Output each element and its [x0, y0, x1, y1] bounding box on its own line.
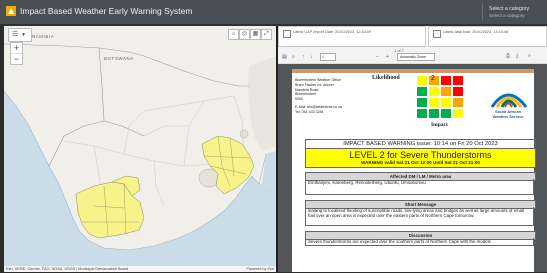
- category-select-value: Select a category: [489, 13, 525, 18]
- pdf-toolbar: ▤ ⌕ ↑ ↓ 1 1 of 7 − + Automatic Zoom ⎙ ⤓ …: [278, 47, 547, 64]
- layer-list-button[interactable]: ☰ ▼: [8, 28, 32, 42]
- sidebar-toggle-icon[interactable]: ▤: [282, 54, 287, 60]
- short-message-text: leading to localised flooding of suscept…: [305, 207, 534, 226]
- risk-matrix: 2: [416, 75, 466, 119]
- basemap-icon[interactable]: ▦: [250, 29, 261, 40]
- page-number-input[interactable]: 1: [320, 53, 336, 61]
- warning-level-box: LEVEL 2 for Severe Thunderstorms WARNING…: [305, 148, 536, 168]
- app-title: Impact Based Weather Early Warning Syste…: [20, 6, 193, 16]
- download-icon[interactable]: ⤓: [516, 53, 518, 59]
- list-icon: ☰: [12, 31, 19, 38]
- saws-logo: South African Weather Service: [482, 81, 534, 119]
- prev-page-icon[interactable]: ↑: [302, 54, 305, 60]
- document-icon: [283, 30, 291, 38]
- map-label-namibia: NAMIBIA: [32, 34, 55, 39]
- warning-valid-line: WARNING valid Sat 21 Oct 12:00 Until Sat…: [361, 160, 480, 165]
- powered-by[interactable]: Powered by Esri: [246, 266, 274, 272]
- next-page-icon[interactable]: ↓: [310, 54, 313, 60]
- office-address: Bloemfontein Weather Office Bram Fischer…: [295, 78, 342, 115]
- office-tel: Tel: 051 433 3281: [295, 109, 324, 114]
- home-icon[interactable]: ⌂: [228, 29, 239, 40]
- cap-import-card: Latest CAP Import Date: 20/10/2023, 12:4…: [278, 26, 426, 47]
- zoom-in-button[interactable]: +: [11, 43, 22, 54]
- search-icon[interactable]: ⌕: [292, 54, 295, 60]
- zoom-control: + −: [10, 42, 23, 65]
- impact-label: Impact: [431, 122, 448, 128]
- cap-import-text: Latest CAP Import Date: 20/10/2023, 12:4…: [293, 30, 372, 34]
- zoom-in-icon[interactable]: +: [386, 54, 389, 60]
- print-icon[interactable]: ⎙: [506, 53, 510, 59]
- matrix-level: 2: [431, 75, 435, 82]
- zoom-select[interactable]: Automatic Zoom: [397, 53, 435, 61]
- map-label-botswana: BOTSWANA: [104, 56, 134, 61]
- warning-panel: Latest CAP Import Date: 20/10/2023, 12:4…: [278, 26, 547, 272]
- likelihood-label: Likelihood: [372, 75, 400, 81]
- pdf-page: Bloemfontein Weather Office Bram Fischer…: [292, 69, 536, 272]
- chevron-down-icon: ▼: [21, 32, 26, 38]
- zoom-out-button[interactable]: −: [11, 54, 22, 64]
- locate-icon[interactable]: ◎: [239, 29, 250, 40]
- document-icon: [433, 30, 441, 38]
- saws-emblem-icon: [490, 93, 528, 108]
- category-select-label: Select a category: [489, 6, 530, 12]
- map-attribution: Esri, HERE, Garmin, FAO, NOAA, USGS | Mu…: [4, 266, 276, 272]
- app-logo-icon: [6, 6, 16, 16]
- last-load-text: Latest data load: 20/10/2023, 13:15:48: [443, 30, 509, 34]
- fullscreen-icon[interactable]: ⤢: [261, 29, 272, 40]
- discussion-text: Severe thunderstorms are expected over t…: [305, 238, 534, 246]
- more-tools-icon[interactable]: »: [528, 53, 531, 59]
- pdf-viewer[interactable]: Bloemfontein Weather Office Bram Fischer…: [278, 64, 547, 272]
- page-top-band: [292, 69, 534, 73]
- affected-text: Emthanjeni, Kareeberg, Renosterberg, Ubu…: [305, 179, 534, 195]
- map-canvas[interactable]: [4, 26, 276, 272]
- last-load-card: Latest data load: 20/10/2023, 13:15:48: [428, 26, 547, 47]
- warning-level-title: LEVEL 2 for Severe Thunderstorms: [349, 150, 492, 160]
- map-view[interactable]: NAMIBIA BOTSWANA ☰ ▼ + − ⌂ ◎ ▦ ⤢ Esri, H…: [4, 26, 276, 272]
- category-select[interactable]: Select a category Select a category: [482, 3, 545, 20]
- app-header: Impact Based Weather Early Warning Syste…: [0, 0, 547, 26]
- attribution-text: Esri, HERE, Garmin, FAO, NOAA, USGS | Mu…: [6, 267, 129, 271]
- zoom-out-icon[interactable]: −: [376, 54, 379, 60]
- saws-name-line2: Weather Service: [492, 114, 524, 119]
